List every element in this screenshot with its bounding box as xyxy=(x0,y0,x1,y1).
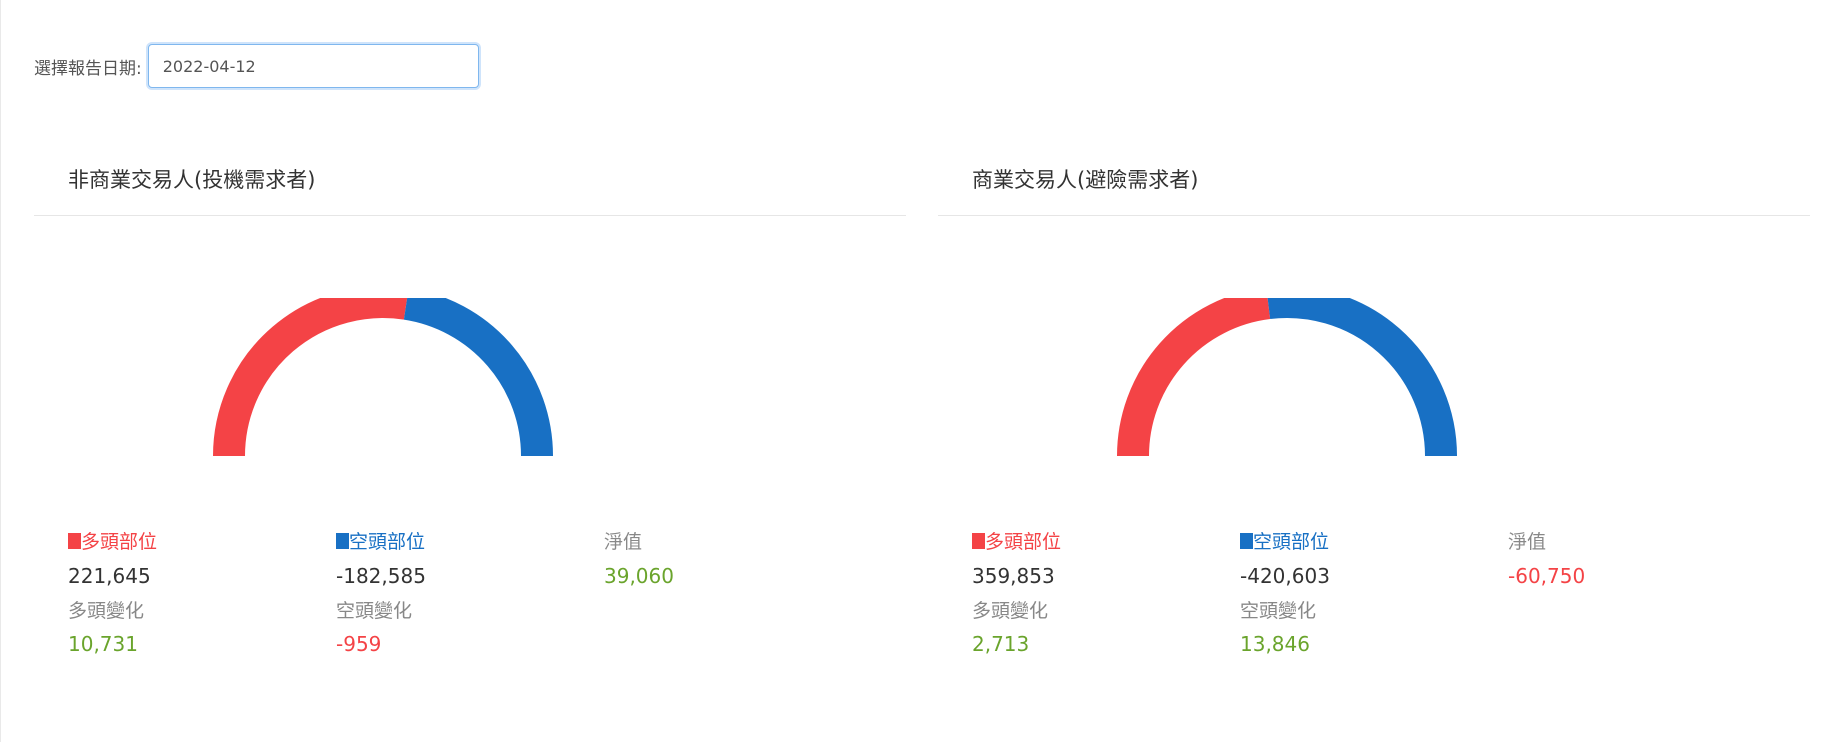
net-value-label: 淨值 xyxy=(1508,531,1547,553)
short-position-label: 空頭部位 xyxy=(349,531,426,553)
long-position-legend[interactable]: 多頭部位 xyxy=(972,527,1061,554)
long-change-value: 2,713 xyxy=(972,632,1030,656)
panel-divider xyxy=(938,215,1810,216)
long-position-legend[interactable]: 多頭部位 xyxy=(68,527,157,554)
blue-square-icon xyxy=(1240,533,1253,549)
short-position-value: -420,603 xyxy=(1240,564,1330,588)
long-change-value: 10,731 xyxy=(68,632,138,656)
long-position-label: 多頭部位 xyxy=(81,531,158,553)
short-position-legend[interactable]: 空頭部位 xyxy=(336,527,425,554)
net-value-label: 淨值 xyxy=(604,531,643,553)
position-gauge xyxy=(213,298,553,457)
short-position-value: -182,585 xyxy=(336,564,426,588)
short-change-label: 空頭變化 xyxy=(1240,600,1317,622)
page-left-border xyxy=(0,0,1,742)
date-picker-label: 選擇報告日期: xyxy=(34,58,142,79)
net-value: -60,750 xyxy=(1508,564,1586,588)
gauge-long-arc xyxy=(1117,298,1271,457)
short-change-label: 空頭變化 xyxy=(336,600,413,622)
long-position-value: 359,853 xyxy=(972,564,1055,588)
long-change-label: 多頭變化 xyxy=(68,600,145,622)
gauge-long-arc xyxy=(213,298,408,457)
panel-title: 商業交易人(避險需求者) xyxy=(972,168,1199,192)
position-gauge xyxy=(1117,298,1457,457)
red-square-icon xyxy=(68,533,81,549)
long-position-label: 多頭部位 xyxy=(985,531,1062,553)
gauge-short-arc xyxy=(403,298,553,457)
long-position-value: 221,645 xyxy=(68,564,151,588)
red-square-icon xyxy=(972,533,985,549)
net-value: 39,060 xyxy=(604,564,674,588)
panel-divider xyxy=(34,215,906,216)
report-date-input[interactable] xyxy=(147,44,479,88)
gauge-short-arc xyxy=(1267,298,1457,457)
commercial-panel: 商業交易人(避險需求者) 多頭部位 空頭部位 淨值 359,853 -420,6… xyxy=(938,150,1810,710)
short-change-value: 13,846 xyxy=(1240,632,1310,656)
non-commercial-panel: 非商業交易人(投機需求者) 多頭部位 空頭部位 淨值 221,645 -182,… xyxy=(34,150,906,710)
short-change-value: -959 xyxy=(336,632,382,656)
short-position-label: 空頭部位 xyxy=(1253,531,1330,553)
blue-square-icon xyxy=(336,533,349,549)
date-picker-row: 選擇報告日期: xyxy=(34,44,479,88)
long-change-label: 多頭變化 xyxy=(972,600,1049,622)
short-position-legend[interactable]: 空頭部位 xyxy=(1240,527,1329,554)
panel-title: 非商業交易人(投機需求者) xyxy=(68,168,316,192)
